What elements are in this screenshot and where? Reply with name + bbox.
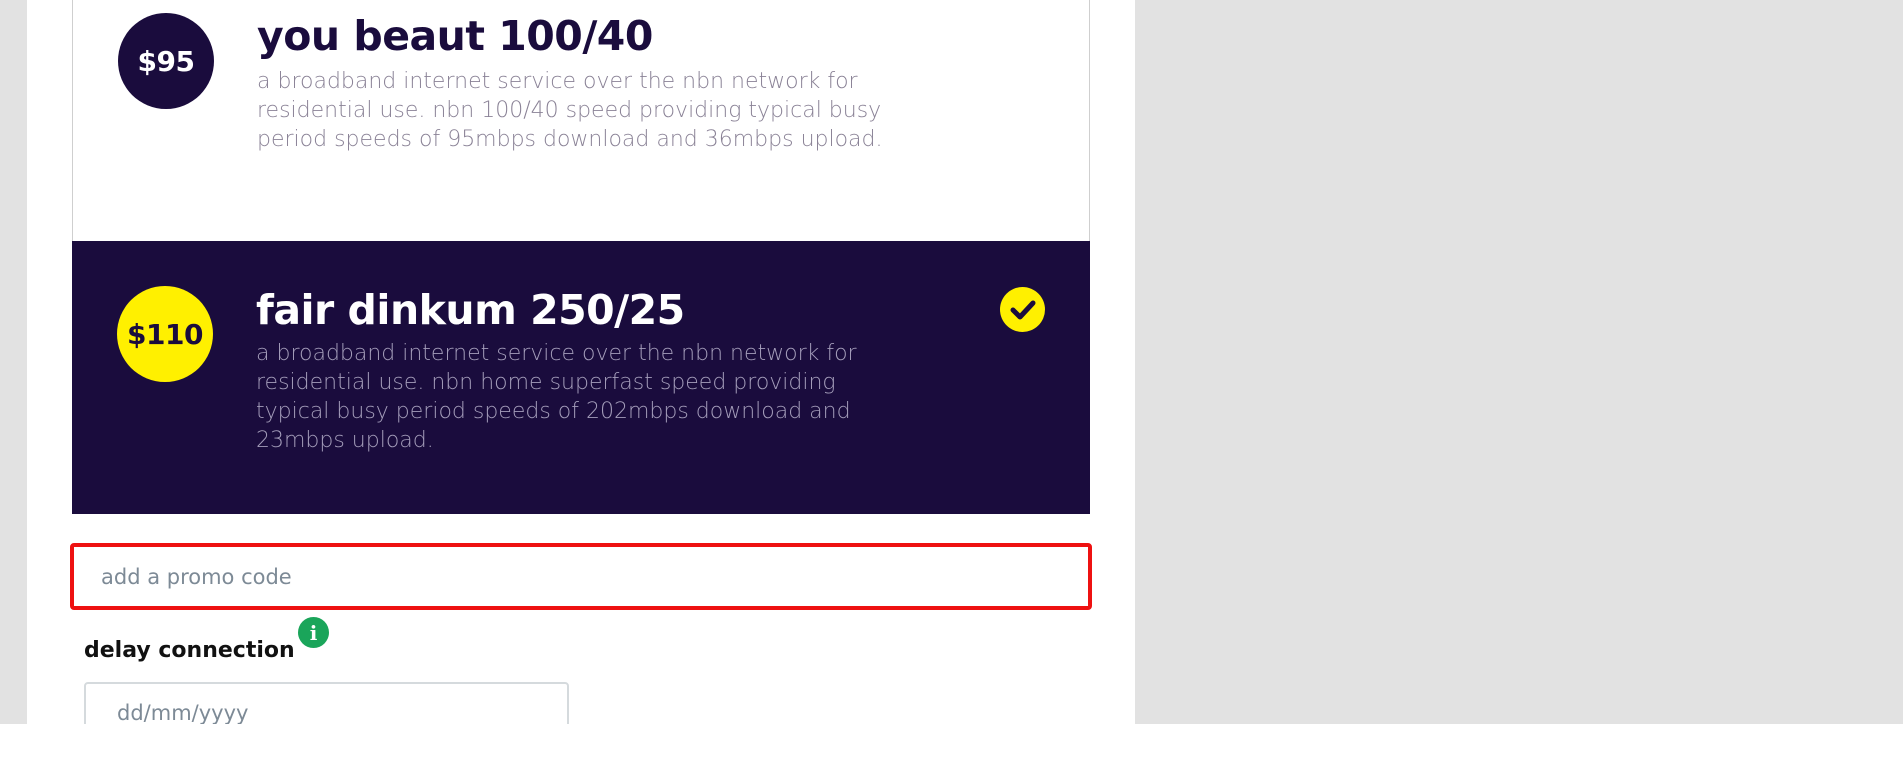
promo-code-field[interactable]: [70, 543, 1092, 610]
page-background: $95 you beaut 100/40 a broadband interne…: [0, 0, 1903, 724]
plan-card-you-beaut[interactable]: $95 you beaut 100/40 a broadband interne…: [72, 0, 1090, 241]
plan-title: fair dinkum 250/25: [256, 286, 685, 334]
plan-title: you beaut 100/40: [257, 12, 653, 60]
promo-code-input[interactable]: [74, 547, 1088, 606]
checkmark-icon-glyph: [1010, 300, 1035, 319]
info-icon[interactable]: i: [298, 617, 329, 648]
plan-selection-panel: $95 you beaut 100/40 a broadband interne…: [27, 0, 1135, 724]
price-badge: $95: [118, 13, 214, 109]
price-badge: $110: [117, 286, 213, 382]
delay-date-field[interactable]: [84, 682, 569, 724]
delay-date-input[interactable]: [86, 684, 567, 724]
plan-description: a broadband internet service over the nb…: [257, 69, 883, 152]
checkmark-icon: [1000, 287, 1045, 332]
plan-description: a broadband internet service over the nb…: [256, 341, 857, 453]
plan-card-fair-dinkum[interactable]: $110 fair dinkum 250/25 a broadband inte…: [72, 241, 1090, 514]
delay-connection-label: delay connection: [84, 638, 295, 663]
